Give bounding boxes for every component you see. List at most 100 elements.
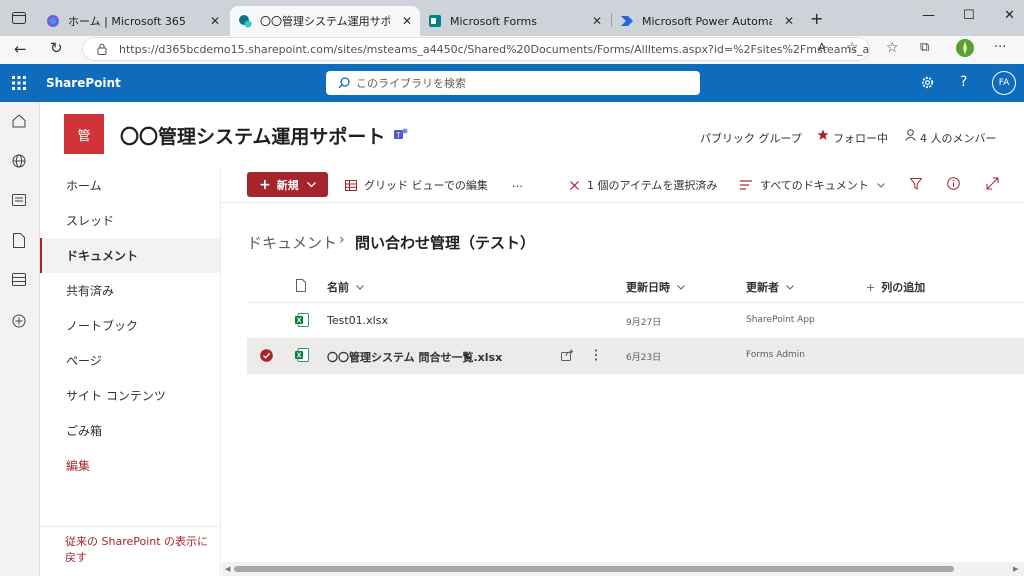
url-field[interactable]: https://d365bcdemo15.sharepoint.com/site… <box>82 37 870 61</box>
classic-view-link[interactable]: 従来の SharePoint の表示に戻す <box>65 534 215 566</box>
file-name[interactable]: Test01.xlsx <box>327 314 388 327</box>
file-name[interactable]: 〇〇管理システム 問合せ一覧.xlsx <box>327 349 502 365</box>
browser-tab-power-automate[interactable]: Microsoft Power Automate ✕ <box>612 6 802 36</box>
column-header-modified[interactable]: 更新日時 <box>626 279 685 295</box>
table-row[interactable]: X 〇〇管理システム 問合せ一覧.xlsx 6月23日 Forms Admin <box>247 338 1024 374</box>
excel-icon: X <box>295 348 309 362</box>
nav-item-site-contents[interactable]: サイト コンテンツ <box>40 378 220 413</box>
site-logo[interactable]: 管 <box>64 114 104 154</box>
nav-item-label: サイト コンテンツ <box>66 389 166 403</box>
file-type-icon[interactable] <box>296 279 306 292</box>
app-launcher-icon[interactable] <box>12 76 26 90</box>
tab-actions-icon[interactable] <box>12 12 26 24</box>
scrollbar-thumb[interactable] <box>234 566 954 572</box>
more-icon[interactable]: ··· <box>994 40 1006 55</box>
close-icon[interactable]: ✕ <box>210 14 220 28</box>
browser-tab-sharepoint[interactable]: 〇〇管理システム運用サポート - 問い ✕ <box>230 6 420 36</box>
share-icon[interactable] <box>561 349 574 361</box>
app-name[interactable]: SharePoint <box>46 76 121 90</box>
create-icon[interactable] <box>12 314 26 328</box>
minimize-icon[interactable]: — <box>922 8 935 23</box>
modified-date: 9月27日 <box>626 318 662 328</box>
site-title[interactable]: 〇〇管理システム運用サポート <box>120 122 385 149</box>
table-row[interactable]: X Test01.xlsx 9月27日 SharePoint App <box>247 303 1024 339</box>
follow-button[interactable]: フォロー中 <box>833 130 888 146</box>
chevron-down-icon <box>306 181 316 188</box>
tab-label: ホーム | Microsoft 365 <box>68 15 186 28</box>
add-column-label: 列の追加 <box>881 281 926 294</box>
nav-item-pages[interactable]: ページ <box>40 343 220 378</box>
person-icon <box>905 129 916 141</box>
lock-icon <box>97 43 107 55</box>
modified-by[interactable]: Forms Admin <box>746 350 805 360</box>
files-icon[interactable] <box>13 233 25 248</box>
nav-edit-link[interactable]: 編集 <box>40 448 220 483</box>
search-icon <box>338 77 350 89</box>
scroll-right-icon[interactable]: ▶ <box>1013 565 1018 573</box>
modified-date: 6月23日 <box>626 353 662 363</box>
nav-item-shared[interactable]: 共有済み <box>40 273 220 308</box>
avatar-initials: FA <box>998 78 1010 88</box>
grid-edit-button[interactable]: グリッド ビューでの編集 <box>345 177 488 193</box>
url-text: https://d365bcdemo15.sharepoint.com/site… <box>119 42 870 56</box>
column-header-name[interactable]: 名前 <box>327 279 364 295</box>
filter-icon[interactable] <box>910 178 922 190</box>
horizontal-scrollbar[interactable]: ◀ ▶ <box>222 562 1024 576</box>
nav-item-home[interactable]: ホーム <box>40 168 220 203</box>
power-automate-icon <box>620 14 634 28</box>
excel-icon: X <box>295 313 309 327</box>
nav-item-label: ノートブック <box>66 319 139 333</box>
clear-selection-button[interactable]: 1 個のアイテムを選択済み <box>570 177 717 193</box>
search-input[interactable]: このライブラリを検索 <box>326 71 700 95</box>
collections-icon[interactable]: ⧉ <box>920 40 929 55</box>
expand-icon[interactable] <box>986 177 999 190</box>
close-icon[interactable]: ✕ <box>592 14 602 28</box>
teams-icon[interactable]: T <box>394 127 408 141</box>
info-icon[interactable] <box>947 177 960 190</box>
more-actions-icon[interactable] <box>594 349 598 361</box>
list-view-icon <box>740 180 752 190</box>
read-aloud-icon[interactable]: Aᐧ <box>818 41 828 54</box>
view-selector[interactable]: すべてのドキュメント <box>740 177 885 193</box>
breadcrumb-root[interactable]: ドキュメント <box>247 232 337 253</box>
help-icon[interactable]: ? <box>960 74 967 90</box>
browser-tab-forms[interactable]: Microsoft Forms ✕ <box>420 6 610 36</box>
avatar[interactable]: FA <box>992 71 1016 95</box>
nav-item-label: ページ <box>66 354 102 368</box>
lists-icon[interactable] <box>12 273 26 286</box>
checkmark-icon[interactable] <box>260 349 273 362</box>
profile-icon[interactable] <box>955 38 975 58</box>
chevron-down-icon <box>786 284 794 290</box>
column-header-label: 更新者 <box>746 281 779 294</box>
modified-by[interactable]: SharePoint App <box>746 315 815 325</box>
favorites-icon[interactable]: ☆ <box>886 40 899 56</box>
nav-item-recycle-bin[interactable]: ごみ箱 <box>40 413 220 448</box>
nav-item-threads[interactable]: スレッド <box>40 203 220 238</box>
close-icon[interactable]: ✕ <box>784 14 794 28</box>
nav-item-documents[interactable]: ドキュメント <box>40 238 220 273</box>
refresh-icon[interactable]: ↻ <box>50 39 63 57</box>
maximize-icon[interactable]: ☐ <box>963 8 975 23</box>
window-close-icon[interactable]: ✕ <box>1004 8 1015 23</box>
new-tab-icon[interactable]: + <box>810 9 823 28</box>
nav-item-label: ホーム <box>66 179 102 193</box>
new-button[interactable]: + 新規 <box>247 172 328 197</box>
news-icon[interactable] <box>12 194 26 206</box>
members-count[interactable]: 4 人のメンバー <box>920 130 997 146</box>
column-header-modified-by[interactable]: 更新者 <box>746 279 794 295</box>
settings-icon[interactable] <box>920 75 935 90</box>
grid-edit-label: グリッド ビューでの編集 <box>364 179 488 192</box>
close-icon[interactable]: ✕ <box>402 14 412 28</box>
close-icon <box>570 180 579 190</box>
breadcrumb-current: 問い合わせ管理（テスト） <box>355 234 536 252</box>
favorite-add-icon[interactable]: ☆ <box>846 40 859 56</box>
scroll-left-icon[interactable]: ◀ <box>225 565 230 573</box>
nav-item-notebook[interactable]: ノートブック <box>40 308 220 343</box>
back-icon[interactable]: ← <box>14 40 27 58</box>
add-column-button[interactable]: + 列の追加 <box>866 279 925 295</box>
more-commands-button[interactable]: … <box>512 177 523 190</box>
browser-tab-m365[interactable]: ホーム | Microsoft 365 ✕ <box>38 6 228 36</box>
globe-icon[interactable] <box>12 154 26 168</box>
star-icon[interactable] <box>817 129 829 141</box>
home-icon[interactable] <box>12 114 26 128</box>
